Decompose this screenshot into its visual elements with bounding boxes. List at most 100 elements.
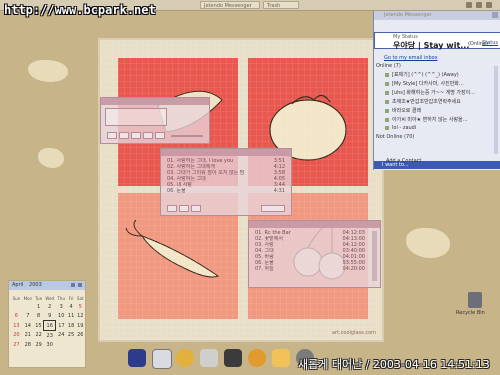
playlist-select-button[interactable]: [191, 205, 201, 212]
dow-label: Thu: [57, 295, 65, 301]
status-link[interactable]: Status: [482, 40, 498, 46]
calendar-day[interactable]: 21: [22, 331, 34, 341]
calendar-day[interactable]: 14: [22, 321, 34, 331]
calendar-day[interactable]: [11, 302, 22, 311]
playlist-add-button[interactable]: [167, 205, 177, 212]
recycle-bin-label[interactable]: Recycle Bin: [456, 310, 485, 316]
calendar-day[interactable]: [56, 340, 67, 349]
calendar-day[interactable]: 23: [44, 331, 56, 341]
playlist2-titlebar[interactable]: [249, 221, 380, 228]
messenger-titlebar[interactable]: Jetendo Messenger: [374, 11, 500, 20]
tray-icon[interactable]: [476, 2, 482, 8]
prev-button[interactable]: [107, 132, 117, 139]
messenger-profile: My Status 우야당 | Stay wit... (Online) Sta…: [374, 32, 500, 51]
dow-label: Sun: [12, 295, 21, 301]
calendar-day[interactable]: 27: [11, 340, 22, 349]
contact-item[interactable]: 바라오로 클래: [385, 107, 421, 114]
media-player-titlebar[interactable]: [101, 98, 209, 105]
calendar-day[interactable]: 5: [76, 302, 85, 311]
calendar-day[interactable]: 25: [67, 331, 76, 341]
media-player-window[interactable]: [100, 97, 210, 144]
calendar-day[interactable]: 28: [22, 340, 34, 349]
calendar-day[interactable]: 6: [11, 311, 22, 321]
playlist-remove-button[interactable]: [179, 205, 189, 212]
calendar-day[interactable]: [22, 302, 34, 311]
calendar-day[interactable]: 12: [76, 311, 85, 321]
playlist-row[interactable]: 06. 눈물 4:31: [167, 188, 285, 194]
recycle-bin-icon[interactable]: [468, 292, 482, 308]
taskbar-button-trash[interactable]: Trash: [263, 1, 299, 9]
messenger-title: Jetendo Messenger: [384, 12, 432, 18]
dow-label: Mon: [23, 295, 32, 301]
terminal-icon[interactable]: [224, 349, 242, 367]
calendar-day[interactable]: 13: [11, 321, 22, 331]
calendar-day[interactable]: 2: [44, 302, 56, 311]
calendar-day[interactable]: 22: [34, 331, 44, 341]
calendar-day[interactable]: 29: [34, 340, 44, 349]
calendar-day[interactable]: 4: [67, 302, 76, 311]
calendar-day[interactable]: 15: [34, 321, 44, 331]
browser-icon[interactable]: [248, 349, 266, 367]
calendar-day[interactable]: 30: [44, 340, 56, 349]
calendar-day[interactable]: 24: [56, 331, 67, 341]
box-icon[interactable]: [200, 349, 218, 367]
contact-icon: [385, 72, 389, 77]
pen-icon[interactable]: [176, 349, 194, 367]
clock-display: 새롭게 태어난 / 2003-04-16 14:51:13: [298, 358, 490, 371]
add-contact-link[interactable]: Add a Contact: [386, 158, 421, 164]
calendar-day[interactable]: 7: [22, 311, 34, 321]
tray-icon[interactable]: [466, 2, 472, 8]
chevron-left-icon[interactable]: [71, 283, 75, 287]
pencil-icon[interactable]: [272, 349, 290, 367]
display-name[interactable]: 우야당 | Stay wit...: [393, 40, 469, 51]
tray-icon[interactable]: [486, 2, 492, 8]
playlist2-scrollbar[interactable]: [372, 231, 377, 281]
dow-label: Fri: [68, 295, 74, 301]
calendar-grid: Sun Mon Tue Wed Thu Fri Sat 1 2 3 4 5 6 …: [11, 294, 85, 349]
contact-item[interactable]: [uhs] 화해하는중 가~~ 게명 가장이...: [385, 89, 475, 96]
calendar-day[interactable]: 11: [67, 311, 76, 321]
monitor-icon[interactable]: [128, 349, 146, 367]
stop-button[interactable]: [143, 132, 153, 139]
calendar-day[interactable]: 26: [76, 331, 85, 341]
calendar-day[interactable]: 9: [44, 311, 56, 321]
playlist-list: 01. 사랑하는 그대, I love you 3:51 02. 사랑하는 그대에…: [167, 158, 285, 194]
calendar-day[interactable]: 10: [56, 311, 67, 321]
contact-item[interactable]: lol - zaudi: [385, 125, 416, 131]
offline-group-header[interactable]: Not Online (70): [376, 134, 414, 140]
contact-item[interactable]: 아가씨 미야★ 변하지 않는 사랑을...: [385, 116, 467, 123]
play-button[interactable]: [119, 132, 129, 139]
playlist-titlebar[interactable]: [161, 149, 291, 156]
email-inbox-link[interactable]: Go to my email inbox: [384, 55, 438, 61]
calendar-month: April: [12, 282, 24, 288]
next-button[interactable]: [155, 132, 165, 139]
contact-icon: [385, 81, 389, 86]
taskbar-button-messenger[interactable]: Jetendo Messenger: [200, 1, 260, 9]
contact-item[interactable]: 초애조★반갑조반갑조연락주세요: [385, 98, 461, 105]
playlist-row[interactable]: 07. 하늘 04:20:00: [255, 266, 365, 272]
calendar-day[interactable]: 1: [34, 302, 44, 311]
calendar-day[interactable]: 19: [76, 321, 85, 331]
messenger-window[interactable]: Jetendo Messenger My Status 우야당 | Stay w…: [373, 11, 500, 170]
window-icon[interactable]: [152, 349, 172, 369]
playlist-misc-button[interactable]: [261, 205, 285, 212]
online-group-header[interactable]: Online (7): [376, 63, 401, 69]
calendar-day[interactable]: 3: [56, 302, 67, 311]
pause-button[interactable]: [131, 132, 141, 139]
calendar-day[interactable]: 17: [56, 321, 67, 331]
close-icon[interactable]: [492, 12, 498, 18]
calendar-day-today[interactable]: 16: [42, 320, 57, 331]
contact-item[interactable]: [표제기] (^^) (^^_) (Away): [385, 71, 459, 78]
contact-item[interactable]: [My Style] 다카사마, 사진만화...: [385, 80, 464, 87]
calendar-day[interactable]: [67, 340, 76, 349]
calendar-day[interactable]: 20: [11, 331, 22, 341]
chevron-right-icon[interactable]: [78, 283, 82, 287]
calendar-day[interactable]: 18: [67, 321, 76, 331]
playlist-window-2[interactable]: 01. Rc the Bar 04:12:03 02. 꽃밭에서 04:13:00 …: [248, 220, 381, 288]
calendar-day[interactable]: [76, 340, 85, 349]
calendar-widget[interactable]: April 2003 Sun Mon Tue Wed Thu Fri Sat 1…: [8, 280, 86, 368]
calendar-day[interactable]: 8: [34, 311, 44, 321]
playlist-window[interactable]: 01. 사랑하는 그대, I love you 3:51 02. 사랑하는 그대에…: [160, 148, 292, 216]
messenger-scrollbar[interactable]: [494, 66, 498, 154]
volume-slider[interactable]: [171, 135, 203, 137]
